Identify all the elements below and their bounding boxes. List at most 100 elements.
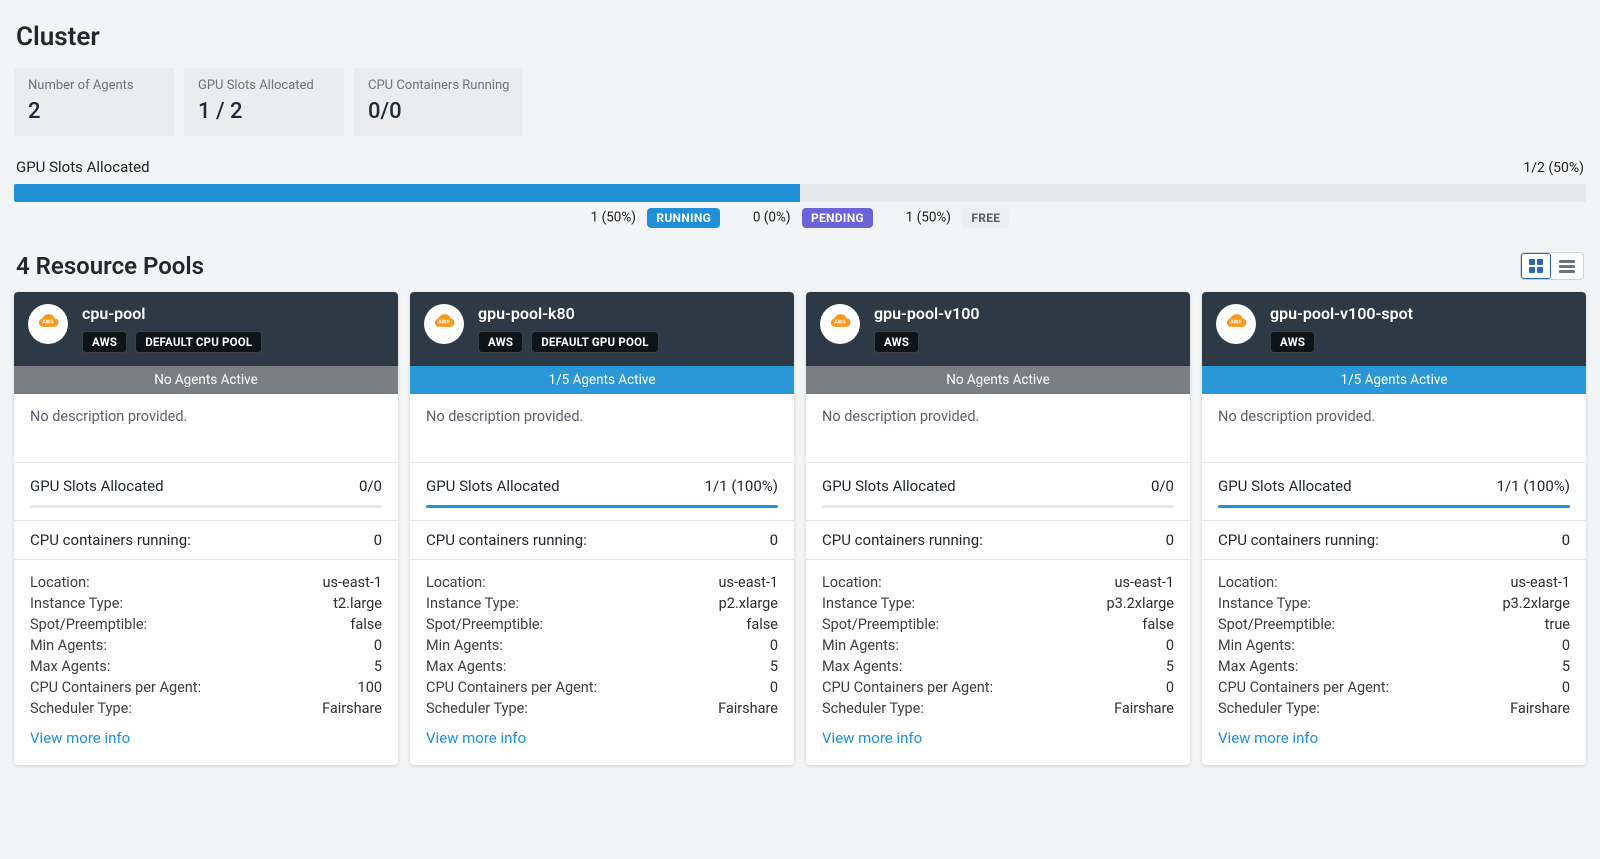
detail-key: Min Agents: [426, 637, 503, 654]
pending-pill: PENDING [802, 208, 873, 228]
detail-key: CPU Containers per Agent: [822, 679, 993, 696]
cpu-running-label: CPU containers running: [1218, 531, 1379, 549]
pool-header: AWS gpu-pool-k80 AWS DEFAULT GPU POOL [410, 292, 794, 366]
detail-value-scheduler: Fairshare [1510, 700, 1570, 717]
cpu-running-label: CPU containers running: [822, 531, 983, 549]
cpu-running-value: 0 [1166, 531, 1174, 549]
svg-text:AWS: AWS [1230, 320, 1242, 326]
provider-badge: AWS [874, 331, 919, 353]
view-more-link[interactable]: View more info [822, 729, 922, 747]
aws-icon: AWS [820, 304, 860, 344]
view-more-link[interactable]: View more info [426, 729, 526, 747]
detail-key: Location: [426, 574, 486, 591]
badges: AWSDEFAULT CPU POOL [82, 331, 262, 353]
detail-value-location: us-east-1 [1511, 574, 1570, 591]
gpu-alloc-bar [30, 505, 382, 508]
gpu-alloc-block: GPU Slots Allocated 1/1 (100%) [426, 463, 778, 520]
detail-value-spot: false [1142, 616, 1174, 633]
detail-value-location: us-east-1 [719, 574, 778, 591]
page-title: Cluster [16, 22, 1586, 52]
pool-description: No description provided. [426, 408, 778, 462]
detail-key: Spot/Preemptible: [30, 616, 147, 633]
detail-value-instance: p3.2xlarge [1503, 595, 1570, 612]
cpu-running-row: CPU containers running: 0 [426, 521, 778, 559]
view-more-link[interactable]: View more info [30, 729, 130, 747]
pool-card[interactable]: AWS gpu-pool-v100-spot AWS 1/5 Agents Ac… [1202, 292, 1586, 765]
detail-value-cpu-per-agent: 0 [1562, 679, 1570, 696]
view-list-button[interactable] [1551, 253, 1583, 279]
pool-details: Location:us-east-1 Instance Type:p3.2xla… [1218, 560, 1570, 753]
detail-value-instance: p3.2xlarge [1107, 595, 1174, 612]
pool-details: Location:us-east-1 Instance Type:t2.larg… [30, 560, 382, 753]
detail-key: CPU Containers per Agent: [1218, 679, 1389, 696]
gpu-alloc-bar [822, 505, 1174, 508]
detail-value-max: 5 [1166, 658, 1174, 675]
detail-value-spot: false [746, 616, 778, 633]
detail-value-location: us-east-1 [323, 574, 382, 591]
cpu-running-row: CPU containers running: 0 [30, 521, 382, 559]
pool-header: AWS gpu-pool-v100 AWS [806, 292, 1190, 366]
agents-strip: 1/5 Agents Active [410, 366, 794, 394]
allocation-header: GPU Slots Allocated 1/2 (50%) [14, 158, 1586, 176]
gpu-alloc-block: GPU Slots Allocated 0/0 [822, 463, 1174, 520]
detail-key: Scheduler Type: [822, 700, 924, 717]
badges: AWS [874, 331, 979, 353]
detail-value-cpu-per-agent: 0 [1166, 679, 1174, 696]
detail-key: Min Agents: [30, 637, 107, 654]
allocation-summary: 1/2 (50%) [1523, 160, 1584, 176]
detail-value-spot: false [350, 616, 382, 633]
aws-icon: AWS [424, 304, 464, 344]
svg-text:AWS: AWS [438, 320, 450, 326]
pool-name: gpu-pool-k80 [478, 304, 659, 323]
gpu-alloc-value: 1/1 (100%) [705, 477, 778, 495]
detail-key: Location: [822, 574, 882, 591]
pool-header: AWS gpu-pool-v100-spot AWS [1202, 292, 1586, 366]
allocation-label: GPU Slots Allocated [16, 158, 150, 176]
stat-value: 1 / 2 [198, 99, 330, 124]
running-pill: RUNNING [647, 208, 720, 228]
view-toggle [1520, 252, 1584, 280]
pool-details: Location:us-east-1 Instance Type:p3.2xla… [822, 560, 1174, 753]
cpu-running-label: CPU containers running: [426, 531, 587, 549]
detail-key: Instance Type: [30, 595, 123, 612]
legend-pending-count: 0 (0%) [753, 210, 791, 226]
gpu-alloc-label: GPU Slots Allocated [822, 477, 956, 495]
detail-key: Max Agents: [822, 658, 902, 675]
pools-grid: AWS cpu-pool AWSDEFAULT CPU POOL No Agen… [14, 292, 1586, 765]
allocation-bar-fill [14, 184, 800, 202]
detail-key: CPU Containers per Agent: [30, 679, 201, 696]
detail-value-min: 0 [1166, 637, 1174, 654]
allocation-bar [14, 184, 1586, 202]
view-more-link[interactable]: View more info [1218, 729, 1318, 747]
default-pool-badge: DEFAULT GPU POOL [531, 331, 658, 353]
detail-value-instance: p2.xlarge [719, 595, 778, 612]
grid-icon [1529, 259, 1543, 273]
detail-key: Location: [30, 574, 90, 591]
badges: AWS DEFAULT GPU POOL [478, 331, 659, 353]
stat-value: 2 [28, 99, 160, 124]
pool-card[interactable]: AWS cpu-pool AWSDEFAULT CPU POOL No Agen… [14, 292, 398, 765]
allocation-legend: 1 (50%) RUNNING 0 (0%) PENDING 1 (50%) F… [14, 208, 1586, 228]
detail-key: CPU Containers per Agent: [426, 679, 597, 696]
pool-card[interactable]: AWS gpu-pool-k80 AWS DEFAULT GPU POOL 1/5… [410, 292, 794, 765]
gpu-alloc-value: 0/0 [359, 477, 382, 495]
detail-value-scheduler: Fairshare [322, 700, 382, 717]
cpu-running-value: 0 [1562, 531, 1570, 549]
detail-value-min: 0 [374, 637, 382, 654]
provider-badge: AWS [1270, 331, 1315, 353]
stat-value: 0/0 [368, 99, 509, 124]
default-pool-badge: DEFAULT CPU POOL [135, 331, 262, 353]
detail-key: Min Agents: [822, 637, 899, 654]
badges: AWS [1270, 331, 1413, 353]
detail-key: Spot/Preemptible: [1218, 616, 1335, 633]
detail-key: Spot/Preemptible: [822, 616, 939, 633]
gpu-alloc-label: GPU Slots Allocated [30, 477, 164, 495]
pool-card[interactable]: AWS gpu-pool-v100 AWS No Agents Active N… [806, 292, 1190, 765]
detail-key: Max Agents: [1218, 658, 1298, 675]
stat-label: GPU Slots Allocated [198, 78, 330, 93]
detail-value-max: 5 [374, 658, 382, 675]
view-grid-button[interactable] [1521, 253, 1551, 279]
cpu-running-value: 0 [770, 531, 778, 549]
provider-badge: AWS [478, 331, 523, 353]
pool-header: AWS cpu-pool AWSDEFAULT CPU POOL [14, 292, 398, 366]
